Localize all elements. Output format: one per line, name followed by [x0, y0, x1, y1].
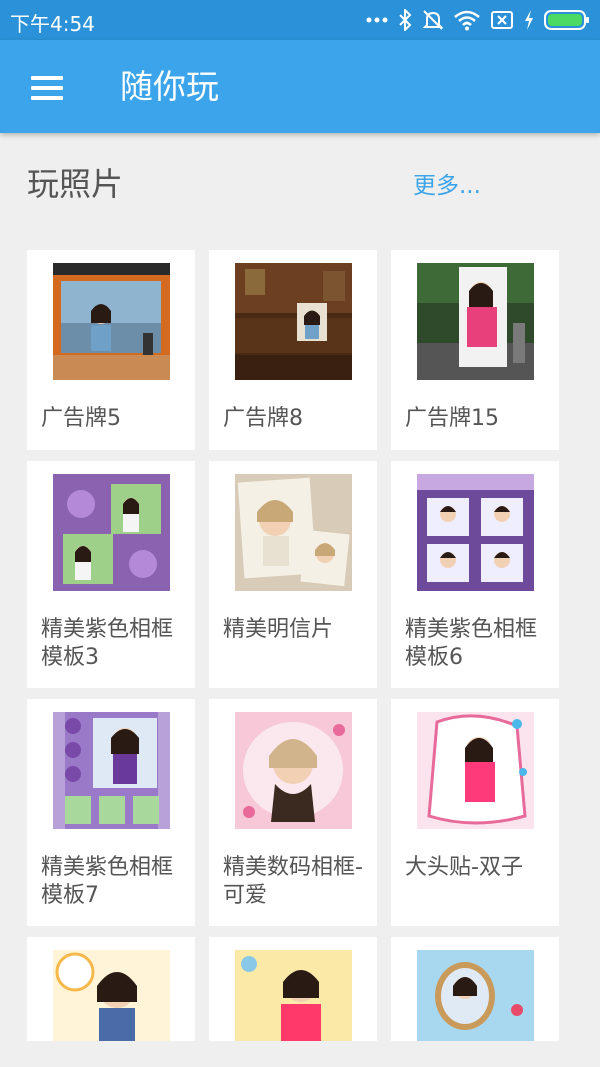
- template-card[interactable]: 大头贴-双子: [391, 699, 559, 926]
- template-card[interactable]: [391, 937, 559, 1041]
- thumbnail-image: [235, 950, 352, 1041]
- photo-template-grid: 广告牌5 广告牌8 广告牌15 精美紫色相框模板3 精美明信片 精美紫色相框模板…: [0, 0, 600, 1067]
- template-card[interactable]: 广告牌15: [391, 250, 559, 450]
- template-label: 精美明信片: [223, 617, 334, 642]
- template-label: 大头贴-双子: [405, 855, 523, 880]
- thumbnail-image: [235, 712, 352, 829]
- template-card[interactable]: [209, 937, 377, 1041]
- template-label: 精美紫色相框模板3: [41, 617, 174, 670]
- template-card[interactable]: 精美紫色相框模板7: [27, 699, 195, 926]
- thumbnail-image: [53, 712, 170, 829]
- template-card[interactable]: 精美明信片: [209, 461, 377, 688]
- template-label: 广告牌5: [41, 406, 121, 431]
- thumbnail-image: [235, 474, 352, 591]
- template-label: 精美紫色相框模板6: [405, 617, 538, 670]
- thumbnail-image: [417, 263, 534, 380]
- template-label: 广告牌15: [405, 406, 499, 431]
- thumbnail-image: [417, 950, 534, 1041]
- template-card[interactable]: 广告牌5: [27, 250, 195, 450]
- thumbnail-image: [53, 474, 170, 591]
- thumbnail-image: [53, 950, 170, 1041]
- template-card[interactable]: [27, 937, 195, 1041]
- thumbnail-image: [53, 263, 170, 380]
- thumbnail-image: [417, 474, 534, 591]
- template-card[interactable]: 精美紫色相框模板3: [27, 461, 195, 688]
- thumbnail-image: [235, 263, 352, 380]
- template-card[interactable]: 广告牌8: [209, 250, 377, 450]
- template-card[interactable]: 精美紫色相框模板6: [391, 461, 559, 688]
- thumbnail-image: [417, 712, 534, 829]
- template-label: 精美紫色相框模板7: [41, 855, 174, 908]
- template-card[interactable]: 精美数码相框-可爱: [209, 699, 377, 926]
- template-label: 广告牌8: [223, 406, 303, 431]
- template-label: 精美数码相框-可爱: [223, 855, 363, 908]
